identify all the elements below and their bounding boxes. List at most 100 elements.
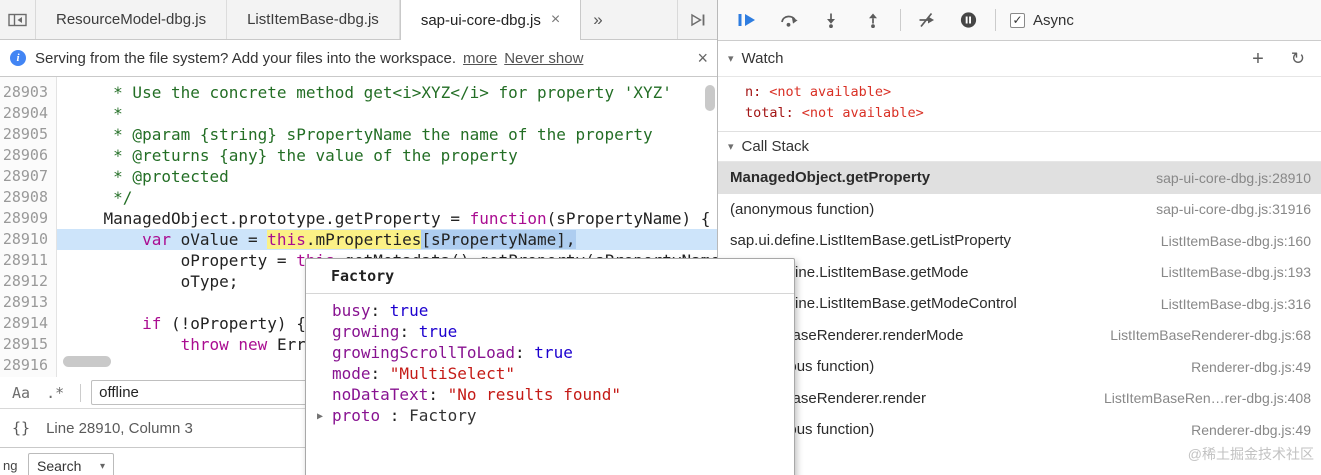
step-into-icon <box>827 13 835 28</box>
code-line[interactable]: 28910 var oValue = this.mProperties[sPro… <box>0 229 717 250</box>
tab-close-icon[interactable]: × <box>551 11 560 29</box>
collapse-arrow-icon[interactable]: ▾ <box>728 52 734 65</box>
step-out-button[interactable] <box>862 9 884 31</box>
code-token: oProperty = <box>65 251 297 270</box>
watch-section-header[interactable]: ▾ Watch + ↻ <box>718 41 1321 77</box>
line-content: var oValue = this.mProperties[sPropertyN… <box>57 229 717 250</box>
call-stack-frame[interactable]: ManagedObject.getProperty sap-ui-core-dbg… <box>718 162 1321 194</box>
step-out-icon <box>869 13 877 28</box>
frame-location: Renderer-dbg.js:49 <box>1191 421 1311 438</box>
call-stack-frame[interactable]: sap.ui.define.ListItemBase.getModeContro… <box>718 288 1321 320</box>
horizontal-scrollbar-thumb[interactable] <box>63 356 111 367</box>
step-into-button[interactable] <box>820 9 842 31</box>
line-number[interactable]: 28907 <box>0 166 57 187</box>
frame-location: ListItemBaseRenderer-dbg.js:68 <box>1110 327 1311 344</box>
call-stack-frame[interactable]: ListItemBaseRenderer.renderMode ListItemB… <box>718 320 1321 352</box>
vertical-scrollbar-thumb[interactable] <box>705 85 715 111</box>
watch-expression[interactable]: total: <not available> <box>718 103 1321 124</box>
code-token: * <box>65 104 123 123</box>
refresh-watch-icon[interactable]: ↻ <box>1291 49 1305 69</box>
line-number[interactable]: 28908 <box>0 187 57 208</box>
search-dropdown[interactable]: Search ▾ <box>28 453 114 475</box>
file-tabbar: ResourceModel-dbg.js ListItemBase-dbg.js s… <box>0 0 717 40</box>
frame-location: ListItemBase-dbg.js:316 <box>1160 295 1311 312</box>
code-token: new <box>238 335 268 354</box>
line-content: * @protected <box>57 166 717 187</box>
call-stack-frame[interactable]: (anonymous function) sap-ui-core-dbg.js:3… <box>718 194 1321 226</box>
async-label: Async <box>1033 11 1074 29</box>
infobar-never-show-link[interactable]: Never show <box>504 50 583 67</box>
popover-property: busy: true <box>306 300 794 321</box>
line-number[interactable]: 28912 <box>0 271 57 292</box>
call-stack-frame[interactable]: sap.ui.define.ListItemBase.getMode ListIt… <box>718 257 1321 289</box>
match-case-toggle[interactable]: Aa <box>12 384 30 402</box>
code-line[interactable]: 28905 * @param {string} sPropertyName th… <box>0 124 717 145</box>
call-stack-frame[interactable]: sap.ui.define.ListItemBase.getListProper… <box>718 225 1321 257</box>
call-stack-frame[interactable]: (anonymous function) Renderer-dbg.js:49 <box>718 414 1321 446</box>
property-name: busy <box>332 301 371 320</box>
frame-location: sap-ui-core-dbg.js:31916 <box>1156 201 1311 218</box>
code-line[interactable]: 28903 * Use the concrete method get<i>XY… <box>0 82 717 103</box>
line-number[interactable]: 28913 <box>0 292 57 313</box>
code-token: * @protected <box>65 167 229 186</box>
line-number[interactable]: 28916 <box>0 355 57 376</box>
line-number[interactable]: 28909 <box>0 208 57 229</box>
object-popover: Factory busy: true growing: true growingSc… <box>305 258 795 475</box>
property-value: "MultiSelect" <box>389 364 516 383</box>
call-stack-frame[interactable]: (anonymous function) Renderer-dbg.js:49 <box>718 351 1321 383</box>
line-number[interactable]: 28905 <box>0 124 57 145</box>
resume-button[interactable] <box>736 9 758 31</box>
line-number[interactable]: 28910 <box>0 229 57 250</box>
add-watch-icon[interactable]: + <box>1252 49 1264 69</box>
expand-arrow-icon[interactable]: ▶ <box>317 406 323 427</box>
step-over-button[interactable] <box>778 9 800 31</box>
code-token: * @param {string} sPropertyName the name… <box>65 125 653 144</box>
code-token: (sPropertyName) { <box>546 209 711 228</box>
line-content: * Use the concrete method get<i>XYZ</i> … <box>57 82 717 103</box>
debugger-sidebar: ✓ Async ▾ Watch + ↻ n: <not available> tot… <box>717 0 1321 475</box>
code-line[interactable]: 28906 * @returns {any} the value of the … <box>0 145 717 166</box>
file-tab[interactable]: ResourceModel-dbg.js <box>36 0 228 39</box>
frame-function: sap.ui.define.ListItemBase.getListProper… <box>730 232 1011 250</box>
sidebar-toggle-button[interactable] <box>677 0 717 39</box>
line-number[interactable]: 28903 <box>0 82 57 103</box>
line-number[interactable]: 28906 <box>0 145 57 166</box>
tab-overflow-button[interactable]: » <box>581 0 614 39</box>
property-value: true <box>534 343 573 362</box>
file-tabs: ResourceModel-dbg.js ListItemBase-dbg.js s… <box>36 0 582 40</box>
infobar-more-link[interactable]: more <box>463 50 497 67</box>
navigator-toggle-button[interactable] <box>0 0 36 39</box>
line-content: * <box>57 103 717 124</box>
toolbar-separator <box>995 9 996 31</box>
code-line[interactable]: 28904 * <box>0 103 717 124</box>
line-number[interactable]: 28915 <box>0 334 57 355</box>
step-over-icon <box>781 15 798 27</box>
code-token: (!oProperty) { <box>161 314 306 333</box>
code-line[interactable]: 28908 */ <box>0 187 717 208</box>
pretty-print-icon[interactable]: {} <box>12 419 30 437</box>
popover-property: ▶ proto : Factory <box>306 405 794 426</box>
call-stack-list: ManagedObject.getProperty sap-ui-core-dbg… <box>718 162 1321 446</box>
frame-location: sap-ui-core-dbg.js:28910 <box>1156 169 1311 186</box>
line-number[interactable]: 28914 <box>0 313 57 334</box>
regex-toggle[interactable]: .* <box>46 384 64 402</box>
property-name: proto <box>332 406 381 425</box>
code-line[interactable]: 28909 ManagedObject.prototype.getPropert… <box>0 208 717 229</box>
file-tab[interactable]: ListItemBase-dbg.js <box>227 0 400 39</box>
collapse-arrow-icon[interactable]: ▾ <box>728 140 734 153</box>
call-stack-section-header[interactable]: ▾ Call Stack <box>718 131 1321 162</box>
file-tab[interactable]: sap-ui-core-dbg.js × <box>399 0 582 40</box>
async-checkbox[interactable]: ✓ <box>1010 12 1025 28</box>
debugger-toolbar: ✓ Async <box>718 0 1321 41</box>
deactivate-breakpoints-button[interactable] <box>915 9 937 31</box>
infobar-close-icon[interactable]: × <box>697 48 708 69</box>
call-stack-frame[interactable]: ListItemBaseRenderer.render ListItemBaseR… <box>718 383 1321 415</box>
devtools-window: ResourceModel-dbg.js ListItemBase-dbg.js s… <box>0 0 1321 475</box>
code-line[interactable]: 28907 * @protected <box>0 166 717 187</box>
line-number[interactable]: 28911 <box>0 250 57 271</box>
frame-location: Renderer-dbg.js:49 <box>1191 358 1311 375</box>
watch-expression[interactable]: n: <not available> <box>718 82 1321 103</box>
pause-on-exceptions-button[interactable] <box>957 9 979 31</box>
tab-label: sap-ui-core-dbg.js <box>420 11 541 29</box>
line-number[interactable]: 28904 <box>0 103 57 124</box>
